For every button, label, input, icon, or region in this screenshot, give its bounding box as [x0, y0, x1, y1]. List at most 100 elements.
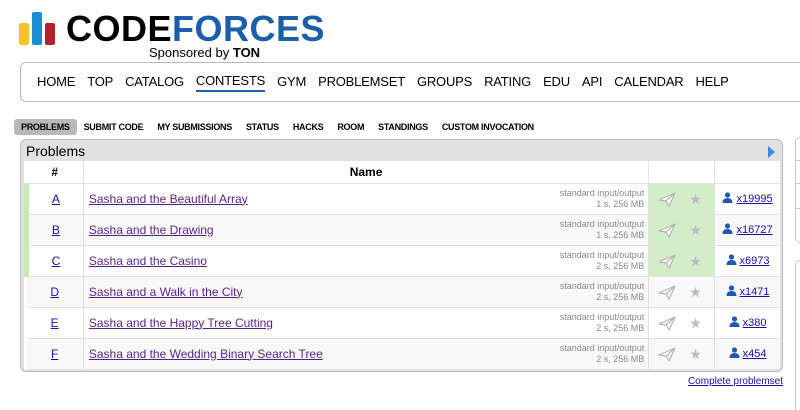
- solved-count-link[interactable]: x1471: [726, 285, 770, 298]
- problem-meta: standard input/output 2 s, 256 MB: [560, 281, 645, 303]
- user-icon: [729, 347, 740, 358]
- problem-index-link[interactable]: F: [51, 347, 58, 361]
- logo-wordmark: CODEFORCES: [66, 11, 325, 47]
- problem-solved-cell: x454: [714, 338, 781, 370]
- sidebar-box-edge: [795, 260, 800, 410]
- submit-icon[interactable]: [658, 315, 676, 331]
- column-header-actions: [648, 161, 716, 184]
- problem-name-link[interactable]: Sasha and the Drawing: [89, 223, 214, 237]
- column-header-index: #: [26, 161, 84, 184]
- problem-actions-cell: ★: [648, 245, 716, 277]
- problems-box: Problems # Name A Sasha and the Beautiful…: [20, 139, 783, 372]
- problem-actions-cell: ★: [648, 338, 716, 370]
- sidebar-divider: [796, 183, 800, 184]
- problem-name-link[interactable]: Sasha and the Happy Tree Cutting: [89, 316, 273, 330]
- submit-icon[interactable]: [658, 253, 676, 269]
- star-icon[interactable]: ★: [689, 191, 702, 208]
- wordmark-forces: FORCES: [172, 8, 326, 49]
- logo-bar-blue: [32, 12, 42, 45]
- problem-index-link[interactable]: C: [52, 254, 61, 268]
- problem-limits: 2 s, 256 MB: [596, 322, 645, 333]
- table-row: A Sasha and the Beautiful Array standard i…: [24, 183, 781, 215]
- problem-io: standard input/output: [559, 280, 645, 291]
- solved-count-link[interactable]: x380: [729, 316, 767, 329]
- logo-bar-red: [45, 23, 55, 45]
- problem-name-link[interactable]: Sasha and the Casino: [89, 254, 207, 268]
- codeforces-logo[interactable]: CODEFORCES Sponsored by TON: [19, 8, 325, 60]
- submenu-item-standings[interactable]: STANDINGS: [371, 119, 435, 135]
- problem-io: standard input/output: [559, 342, 645, 353]
- problem-solved-cell: x19995: [714, 183, 781, 215]
- submit-icon[interactable]: [658, 222, 676, 238]
- problem-name-link[interactable]: Sasha and a Walk in the City: [89, 285, 243, 299]
- contest-submenu: PROBLEMS SUBMIT CODE MY SUBMISSIONS STATUS H…: [14, 118, 541, 135]
- star-icon[interactable]: ★: [689, 284, 702, 301]
- problem-limits: 2 s, 256 MB: [596, 291, 645, 302]
- solved-count-link[interactable]: x454: [729, 347, 766, 360]
- solved-count: x6973: [739, 255, 770, 267]
- menu-item-catalog[interactable]: CATALOG: [125, 74, 184, 91]
- problem-meta: standard input/output 2 s, 256 MB: [560, 250, 645, 272]
- problem-solved-cell: x380: [714, 307, 781, 339]
- solved-count: x1471: [739, 286, 770, 298]
- submenu-item-status[interactable]: STATUS: [239, 119, 286, 135]
- problem-io: standard input/output: [559, 187, 645, 198]
- solved-count: x380: [742, 317, 767, 329]
- menu-item-rating[interactable]: RATING: [484, 74, 531, 91]
- problem-name-cell: Sasha and the Drawing standard input/outp…: [83, 214, 650, 246]
- submenu-item-problems[interactable]: PROBLEMS: [14, 118, 77, 135]
- submit-icon[interactable]: [658, 191, 676, 207]
- problem-index-link[interactable]: E: [51, 316, 59, 330]
- star-icon[interactable]: ★: [689, 222, 702, 239]
- menu-item-api[interactable]: API: [582, 74, 603, 91]
- table-row: B Sasha and the Drawing standard input/out…: [24, 214, 781, 246]
- menu-item-groups[interactable]: GROUPS: [417, 74, 472, 91]
- problem-limits: 2 s, 256 MB: [596, 353, 645, 364]
- sponsor-line: Sponsored by TON: [149, 45, 260, 60]
- menu-item-top[interactable]: TOP: [87, 74, 113, 91]
- problem-limits: 2 s, 256 MB: [596, 260, 645, 271]
- user-icon: [729, 316, 740, 327]
- solved-count-link[interactable]: x16727: [722, 223, 773, 236]
- column-header-solved: [714, 161, 781, 184]
- star-icon[interactable]: ★: [689, 346, 702, 363]
- submenu-item-submit-code[interactable]: SUBMIT CODE: [77, 119, 151, 135]
- problem-index-cell: D: [26, 276, 84, 308]
- problem-solved-cell: x1471: [714, 276, 781, 308]
- problem-index-link[interactable]: A: [52, 192, 60, 206]
- star-icon[interactable]: ★: [689, 315, 702, 332]
- menu-item-edu[interactable]: EDU: [543, 74, 570, 91]
- submenu-item-hacks[interactable]: HACKS: [286, 119, 331, 135]
- solved-count: x19995: [736, 193, 773, 205]
- problem-limits: 1 s, 256 MB: [596, 229, 645, 240]
- user-icon: [722, 192, 733, 203]
- submit-icon[interactable]: [658, 346, 676, 362]
- menu-item-problemset[interactable]: PROBLEMSET: [318, 74, 405, 91]
- solved-count-link[interactable]: x19995: [722, 192, 773, 205]
- problem-io: standard input/output: [559, 311, 645, 322]
- star-icon[interactable]: ★: [689, 253, 702, 270]
- menu-item-calendar[interactable]: CALENDAR: [614, 74, 683, 91]
- logo-bar-yellow: [19, 23, 29, 45]
- problem-solved-cell: x6973: [714, 245, 781, 277]
- submenu-item-room[interactable]: ROOM: [330, 119, 371, 135]
- menu-item-help[interactable]: HELP: [695, 74, 728, 91]
- arrow-right-icon[interactable]: [768, 146, 775, 158]
- problem-index-link[interactable]: D: [50, 285, 59, 299]
- problem-meta: standard input/output 2 s, 256 MB: [560, 312, 645, 334]
- menu-item-home[interactable]: HOME: [37, 74, 75, 91]
- menu-item-contests[interactable]: CONTESTS: [195, 73, 265, 92]
- problem-name-link[interactable]: Sasha and the Beautiful Array: [89, 192, 248, 206]
- solved-count-link[interactable]: x6973: [726, 254, 770, 267]
- problem-index-cell: F: [26, 338, 84, 370]
- sponsor-prefix: Sponsored by: [149, 45, 230, 60]
- complete-problemset-link[interactable]: Complete problemset: [688, 376, 783, 387]
- menu-item-gym[interactable]: GYM: [277, 74, 306, 91]
- submenu-item-custom-invocation[interactable]: CUSTOM INVOCATION: [435, 119, 541, 135]
- main-menu: HOME TOP CATALOG CONTESTS GYM PROBLEMSET GROUP…: [20, 62, 800, 102]
- submit-icon[interactable]: [658, 284, 676, 300]
- problem-index-link[interactable]: B: [52, 223, 60, 237]
- submenu-item-my-submissions[interactable]: MY SUBMISSIONS: [150, 119, 239, 135]
- problem-name-link[interactable]: Sasha and the Wedding Binary Search Tree: [89, 347, 323, 361]
- table-row: C Sasha and the Casino standard input/outp…: [24, 245, 781, 277]
